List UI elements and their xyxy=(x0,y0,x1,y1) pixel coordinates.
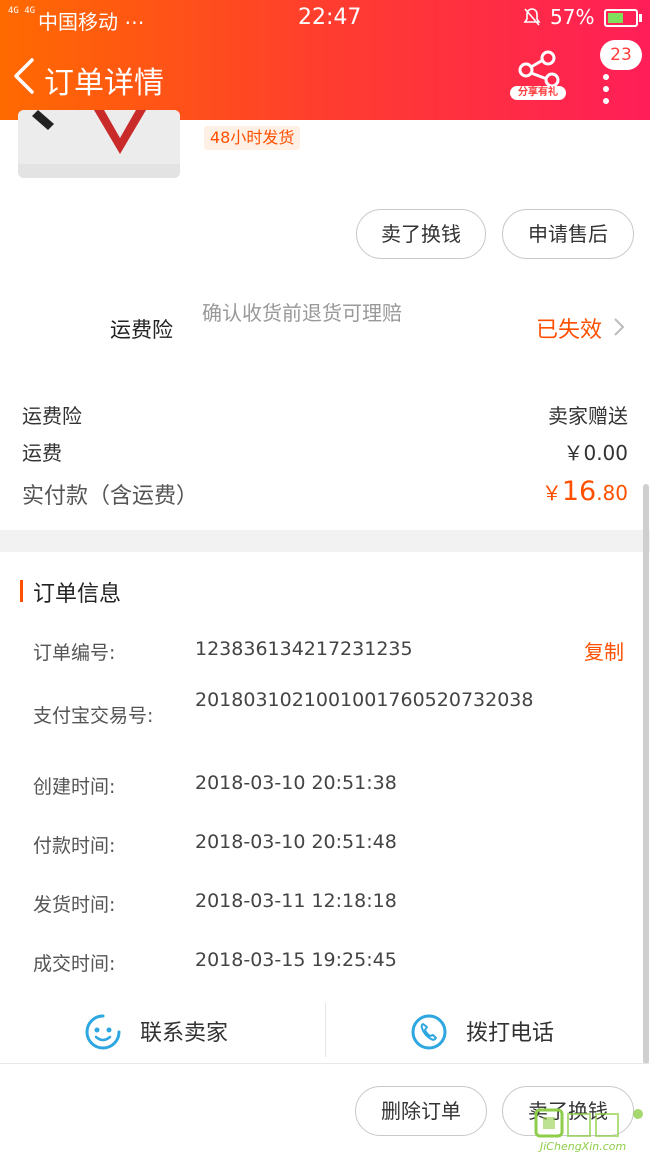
completed-time-label: 成交时间: xyxy=(33,953,116,975)
share-icon xyxy=(518,50,560,88)
call-phone-label: 拨打电话 xyxy=(466,1021,555,1046)
paid-amount-label: 实付款（含运费） xyxy=(22,484,199,509)
shipped-time-value: 2018-03-11 12:18:18 xyxy=(195,890,397,912)
chevron-right-icon[interactable] xyxy=(612,316,626,338)
share-gift-button[interactable]: 分享有礼 xyxy=(510,50,566,102)
insurance-status[interactable]: 已失效 xyxy=(536,312,602,344)
alipay-trade-value: 2018031021001001760520732038 xyxy=(195,689,534,711)
phone-icon xyxy=(411,1014,447,1050)
paid-time-value: 2018-03-10 20:51:48 xyxy=(195,831,397,853)
watermark-text: JiChengXin.com xyxy=(540,1140,627,1153)
watermark-logo: JiChengXin.com xyxy=(534,1104,648,1154)
order-info-title: 订单信息 xyxy=(33,582,122,607)
clock: 22:47 xyxy=(298,5,362,30)
network-indicator: 4G 4G xyxy=(8,6,36,16)
completed-time-value: 2018-03-15 19:25:45 xyxy=(195,949,397,971)
product-image xyxy=(18,110,180,178)
insurance-description: 确认收货前退货可理赔 xyxy=(202,301,402,325)
section-divider xyxy=(0,530,650,552)
summary-label: 运费险 xyxy=(22,404,82,428)
contact-seller-button[interactable]: 联系卖家 xyxy=(84,1005,284,1059)
chat-smile-icon xyxy=(85,1014,121,1050)
contact-seller-label: 联系卖家 xyxy=(140,1021,229,1046)
order-number-value: 123836134217231235 xyxy=(195,638,413,660)
contact-divider xyxy=(325,1003,326,1057)
battery-icon xyxy=(604,9,642,27)
scrollbar[interactable] xyxy=(643,484,649,1064)
summary-value: ￥0.00 xyxy=(563,441,628,465)
shipped-time-label: 发货时间: xyxy=(33,894,116,916)
summary-value: 卖家赠送 xyxy=(548,404,628,428)
delete-order-button[interactable]: 删除订单 xyxy=(355,1086,487,1136)
currency-symbol: ￥ xyxy=(541,481,562,505)
created-time-value: 2018-03-10 20:51:38 xyxy=(195,772,397,794)
paid-time-label: 付款时间: xyxy=(33,835,116,857)
message-badge[interactable]: 23 xyxy=(600,40,642,70)
more-menu-icon[interactable] xyxy=(603,74,609,110)
paid-amount: ￥16.80 xyxy=(542,476,628,507)
section-accent-bar xyxy=(20,580,23,602)
back-arrow-icon[interactable] xyxy=(10,56,40,96)
bottom-divider xyxy=(0,1063,650,1064)
summary-label: 运费 xyxy=(22,441,62,465)
shipping-tag: 48小时发货 xyxy=(204,126,301,150)
apply-after-sale-button[interactable]: 申请售后 xyxy=(502,209,634,259)
order-number-label: 订单编号: xyxy=(33,642,116,664)
alipay-trade-label: 支付宝交易号: xyxy=(33,705,154,727)
product-thumbnail[interactable] xyxy=(18,110,180,178)
created-time-label: 创建时间: xyxy=(33,776,116,798)
battery-percentage: 57% xyxy=(550,5,595,29)
page-title: 订单详情 xyxy=(44,66,164,101)
alarm-bell-icon xyxy=(523,8,541,26)
carrier-name: 中国移动 ⋯ xyxy=(38,10,145,34)
call-phone-button[interactable]: 拨打电话 xyxy=(410,1005,610,1059)
insurance-title: 运费险 xyxy=(110,318,173,342)
paid-amount-decimal: .80 xyxy=(596,481,628,505)
sell-for-cash-button[interactable]: 卖了换钱 xyxy=(356,209,486,259)
status-bar: 4G 4G 中国移动 ⋯ 22:47 57% xyxy=(0,0,650,36)
share-label: 分享有礼 xyxy=(510,86,566,100)
paid-amount-integer: 16 xyxy=(561,476,597,507)
copy-button[interactable]: 复制 xyxy=(584,636,624,665)
